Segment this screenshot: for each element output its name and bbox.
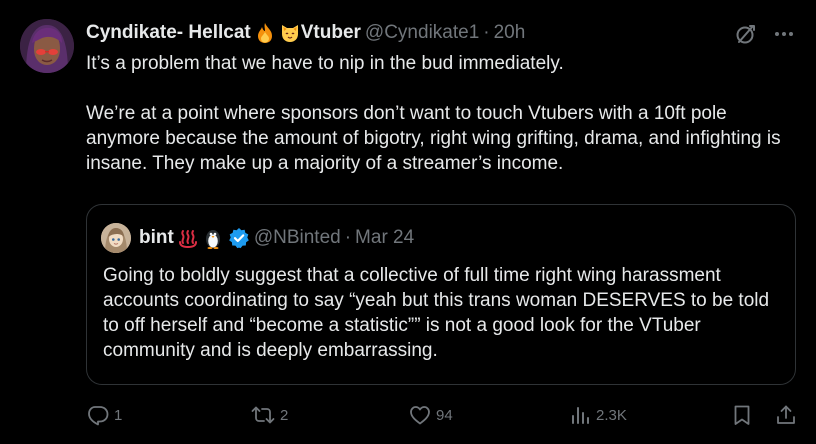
hot-springs-emoji bbox=[177, 227, 199, 249]
quoted-author-handle[interactable]: @NBinted bbox=[254, 227, 341, 249]
post-header: Cyndikate- Hellcat Vtuber @Cyndikate1 · … bbox=[86, 20, 525, 46]
reply-icon bbox=[86, 403, 110, 427]
header-separator: · bbox=[483, 22, 490, 43]
bookmark-button[interactable] bbox=[730, 400, 754, 430]
more-icon[interactable] bbox=[772, 22, 796, 51]
post-paragraph-1: It’s a problem that we have to nip in th… bbox=[86, 53, 564, 74]
heart-icon bbox=[408, 403, 432, 427]
views-button[interactable]: 2.3K bbox=[568, 400, 627, 430]
repost-count: 2 bbox=[280, 406, 289, 424]
post-text: It’s a problem that we have to nip in th… bbox=[86, 51, 786, 176]
grok-icon[interactable] bbox=[734, 22, 758, 51]
repost-icon bbox=[250, 403, 276, 427]
post-action-bar: 1 2 94 2.3K bbox=[86, 400, 796, 430]
quoted-author-avatar[interactable] bbox=[101, 223, 131, 253]
author-name-suffix[interactable]: Vtuber bbox=[301, 22, 361, 44]
repost-button[interactable]: 2 bbox=[250, 400, 288, 430]
reply-button[interactable]: 1 bbox=[86, 400, 122, 430]
bookmark-icon bbox=[730, 403, 754, 427]
like-button[interactable]: 94 bbox=[408, 400, 453, 430]
share-icon bbox=[774, 403, 798, 427]
cat-emoji bbox=[279, 22, 301, 44]
quoted-header-separator: · bbox=[344, 227, 352, 248]
penguin-emoji bbox=[202, 227, 224, 249]
views-count: 2.3K bbox=[596, 406, 627, 424]
post-top-actions bbox=[734, 22, 796, 51]
quoted-post-text: Going to boldly suggest that a collectiv… bbox=[103, 265, 770, 361]
post-timestamp[interactable]: 20h bbox=[494, 22, 526, 44]
author-avatar[interactable] bbox=[20, 19, 74, 73]
reply-count: 1 bbox=[114, 406, 123, 424]
quoted-post-header: bint @NBinted · Mar 24 bbox=[101, 223, 414, 253]
like-count: 94 bbox=[436, 406, 453, 424]
share-button[interactable] bbox=[774, 400, 798, 430]
post-paragraph-2: We’re at a point where sponsors don’t wa… bbox=[86, 103, 781, 174]
views-icon bbox=[568, 403, 592, 427]
author-handle[interactable]: @Cyndikate1 bbox=[365, 22, 479, 44]
verified-badge-icon[interactable] bbox=[228, 227, 250, 249]
quoted-author-display-name[interactable]: bint bbox=[139, 227, 174, 249]
author-display-name[interactable]: Cyndikate- Hellcat bbox=[86, 22, 251, 44]
quoted-post-date[interactable]: Mar 24 bbox=[355, 227, 414, 249]
fire-emoji bbox=[254, 22, 276, 44]
quoted-post[interactable]: bint @NBinted · Mar 24 Going to boldly s… bbox=[86, 204, 796, 385]
